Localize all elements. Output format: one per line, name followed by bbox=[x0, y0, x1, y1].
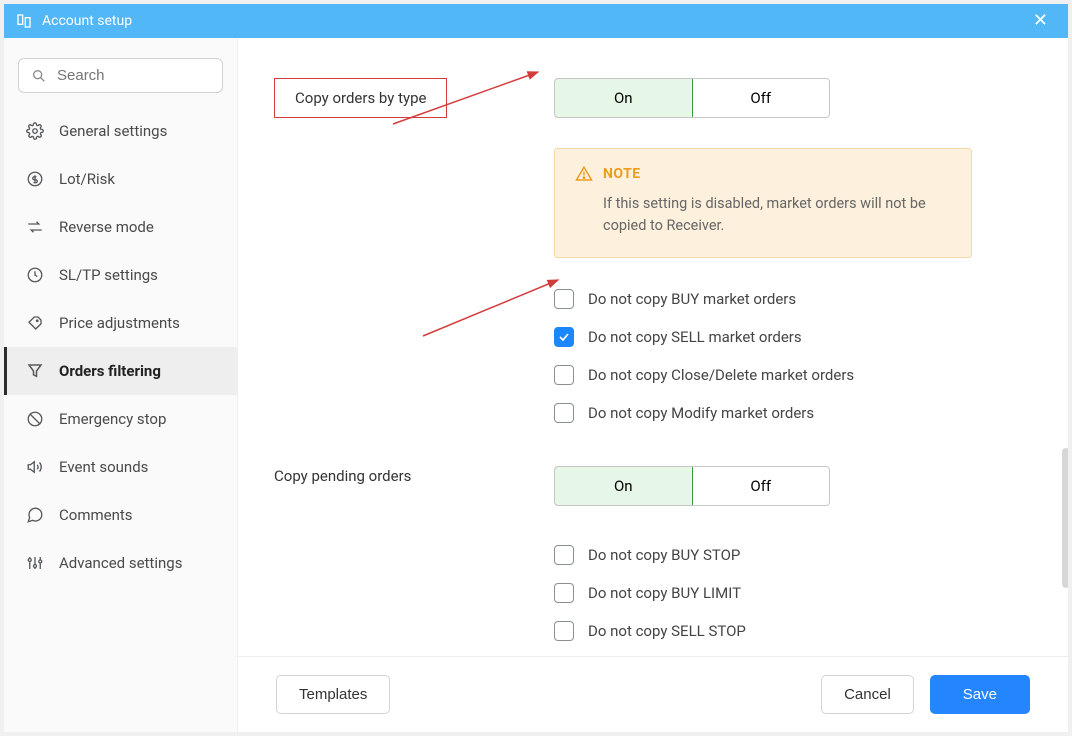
search-icon bbox=[31, 68, 47, 84]
toggle-off-button[interactable]: Off bbox=[692, 79, 830, 117]
main-panel: Copy orders by type On Off NOTE I bbox=[238, 38, 1068, 732]
sliders-icon bbox=[25, 553, 45, 573]
checkbox-row: Do not copy Modify market orders bbox=[554, 394, 1024, 432]
section-label-copy-pending: Copy pending orders bbox=[274, 455, 411, 497]
sidebar-item-label: General settings bbox=[59, 122, 167, 140]
tag-icon bbox=[25, 313, 45, 333]
dialog-window: Account setup ✕ General settings Lot/Risk… bbox=[4, 4, 1068, 732]
sidebar-item-label: Comments bbox=[59, 506, 133, 524]
clock-icon bbox=[25, 265, 45, 285]
chat-icon bbox=[25, 505, 45, 525]
note-title: NOTE bbox=[603, 166, 641, 182]
sidebar-item-orders-filtering[interactable]: Orders filtering bbox=[4, 347, 237, 395]
cancel-button[interactable]: Cancel bbox=[821, 675, 914, 714]
search-input-wrap[interactable] bbox=[18, 58, 223, 93]
toggle-on-button[interactable]: On bbox=[554, 78, 693, 118]
sidebar-item-price-adjustments[interactable]: Price adjustments bbox=[4, 299, 237, 347]
filter-icon bbox=[25, 361, 45, 381]
sidebar-item-sl-tp-settings[interactable]: SL/TP settings bbox=[4, 251, 237, 299]
dollar-icon bbox=[25, 169, 45, 189]
save-button[interactable]: Save bbox=[930, 675, 1030, 714]
sidebar-item-comments[interactable]: Comments bbox=[4, 491, 237, 539]
toggle-copy-pending: On Off bbox=[554, 466, 830, 506]
checkbox-row: Do not copy SELL market orders bbox=[554, 318, 1024, 356]
close-icon[interactable]: ✕ bbox=[1025, 8, 1056, 34]
toggle-off-button[interactable]: Off bbox=[692, 467, 830, 505]
warning-icon bbox=[575, 165, 593, 183]
app-icon bbox=[16, 13, 32, 29]
volume-icon bbox=[25, 457, 45, 477]
ban-icon bbox=[25, 409, 45, 429]
templates-button[interactable]: Templates bbox=[276, 675, 390, 714]
note-box: NOTE If this setting is disabled, market… bbox=[554, 148, 972, 258]
checkbox-label: Do not copy SELL market orders bbox=[588, 328, 802, 346]
checkbox-row: Do not copy Close/Delete market orders bbox=[554, 356, 1024, 394]
toggle-on-button[interactable]: On bbox=[554, 466, 693, 506]
checkbox[interactable] bbox=[554, 583, 574, 603]
checkbox-label: Do not copy BUY market orders bbox=[588, 290, 796, 308]
checkbox-row: Do not copy BUY LIMIT bbox=[554, 574, 1024, 612]
sidebar-item-label: Orders filtering bbox=[59, 362, 161, 380]
checkbox-row: Do not copy BUY STOP bbox=[554, 536, 1024, 574]
sidebar-item-label: SL/TP settings bbox=[59, 266, 158, 284]
checkbox[interactable] bbox=[554, 365, 574, 385]
sidebar-item-label: Reverse mode bbox=[59, 218, 154, 236]
sidebar-item-label: Lot/Risk bbox=[59, 170, 115, 188]
checkbox-row: Do not copy BUY market orders bbox=[554, 280, 1024, 318]
checkbox-row: Do not copy SELL LIMIT bbox=[554, 650, 1024, 657]
gear-icon bbox=[25, 121, 45, 141]
sidebar-item-lot-risk[interactable]: Lot/Risk bbox=[4, 155, 237, 203]
sidebar-item-label: Price adjustments bbox=[59, 314, 180, 332]
checkbox-label: Do not copy BUY LIMIT bbox=[588, 584, 741, 602]
search-input[interactable] bbox=[57, 67, 210, 84]
checkbox[interactable] bbox=[554, 621, 574, 641]
checkbox[interactable] bbox=[554, 327, 574, 347]
note-body: If this setting is disabled, market orde… bbox=[603, 193, 951, 237]
checkbox-label: Do not copy Modify market orders bbox=[588, 404, 814, 422]
footer-bar: Templates Cancel Save bbox=[238, 656, 1068, 732]
swap-icon bbox=[25, 217, 45, 237]
sidebar-item-label: Advanced settings bbox=[59, 554, 182, 572]
sidebar-item-reverse-mode[interactable]: Reverse mode bbox=[4, 203, 237, 251]
sidebar: General settings Lot/Risk Reverse mode SL/T… bbox=[4, 38, 238, 732]
sidebar-item-emergency-stop[interactable]: Emergency stop bbox=[4, 395, 237, 443]
checkbox-label: Do not copy SELL STOP bbox=[588, 622, 746, 640]
sidebar-item-advanced-settings[interactable]: Advanced settings bbox=[4, 539, 237, 587]
checkbox-row: Do not copy SELL STOP bbox=[554, 612, 1024, 650]
checkbox[interactable] bbox=[554, 289, 574, 309]
checkbox-label: Do not copy Close/Delete market orders bbox=[588, 366, 854, 384]
sidebar-item-general-settings[interactable]: General settings bbox=[4, 107, 237, 155]
sidebar-item-label: Event sounds bbox=[59, 458, 148, 476]
sidebar-item-label: Emergency stop bbox=[59, 410, 166, 428]
window-title: Account setup bbox=[42, 13, 132, 29]
checkbox[interactable] bbox=[554, 403, 574, 423]
titlebar: Account setup ✕ bbox=[4, 4, 1068, 38]
section-label-copy-orders: Copy orders by type bbox=[274, 78, 447, 118]
checkbox-label: Do not copy BUY STOP bbox=[588, 546, 740, 564]
toggle-copy-orders: On Off bbox=[554, 78, 830, 118]
checkbox[interactable] bbox=[554, 545, 574, 565]
scrollbar-thumb[interactable] bbox=[1062, 448, 1068, 588]
sidebar-item-event-sounds[interactable]: Event sounds bbox=[4, 443, 237, 491]
